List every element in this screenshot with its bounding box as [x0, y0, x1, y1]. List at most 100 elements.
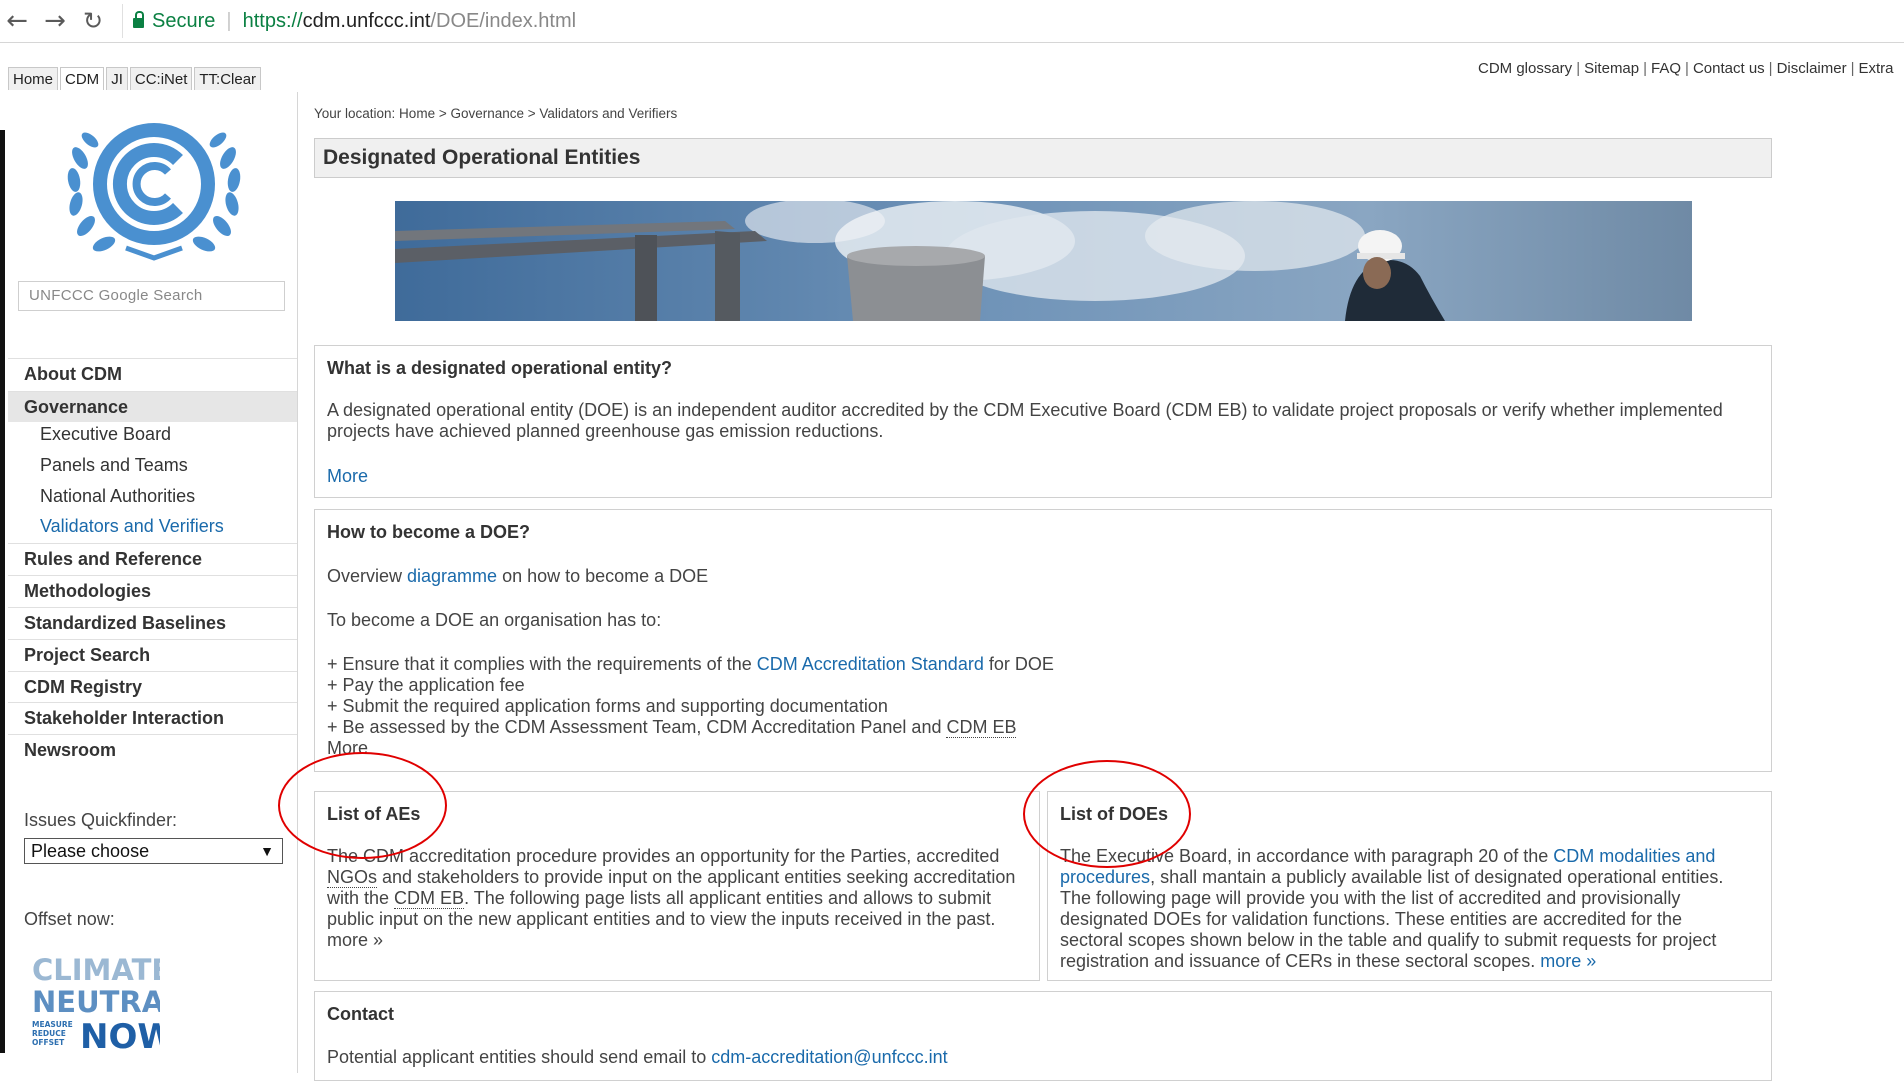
bullet1-pre: + Ensure that it complies with the requi… [327, 654, 757, 674]
nav-standardized-baselines[interactable]: Standardized Baselines [8, 607, 297, 638]
nav-methodologies[interactable]: Methodologies [8, 575, 297, 606]
cn-line1: CLIMATE [32, 953, 160, 987]
aes-line3-rest: . The following page lists all applicant… [464, 888, 992, 908]
how-intro: To become a DOE an organisation has to: [327, 610, 662, 630]
url-scheme: https:// [242, 9, 303, 32]
what-is-doe-panel: What is a designated operational entity?… [314, 345, 1772, 498]
issues-quickfinder-label: Issues Quickfinder: [24, 810, 178, 830]
site-tabs: Home CDM JI CC:iNet TT:Clear [8, 67, 263, 90]
what-is-doe-line2: projects have achieved planned greenhous… [327, 421, 884, 441]
nav-stakeholder-interaction[interactable]: Stakeholder Interaction [8, 702, 297, 733]
window-edge [0, 130, 5, 1053]
aes-line2-rest: and stakeholders to provide input on the… [377, 867, 1016, 887]
procedures-link[interactable]: procedures [1060, 867, 1150, 887]
aes-more-link[interactable]: more » [327, 930, 383, 951]
does-line2: procedures, shall mantain a publicly ava… [1060, 867, 1723, 888]
does-line1: The Executive Board, in accordance with … [1060, 846, 1715, 867]
overview-pre: Overview [327, 566, 408, 586]
back-icon[interactable]: ← [2, 6, 32, 36]
contact-title: Contact [327, 1004, 394, 1024]
tab-home[interactable]: Home [8, 67, 59, 90]
link-disclaimer[interactable]: Disclaimer [1777, 60, 1847, 77]
how-bullet-3: + Submit the required application forms … [327, 696, 888, 716]
how-to-become-title: How to become a DOE? [327, 522, 531, 542]
tab-cdm[interactable]: CDM [60, 67, 105, 90]
contact-line: Potential applicant entities should send… [327, 1047, 948, 1068]
climate-neutral-now-logo[interactable]: CLIMATE NEUTRAL MEASURE REDUCE OFFSET NO… [30, 950, 160, 1058]
does-line1-pre: The Executive Board, in accordance with … [1060, 846, 1554, 866]
aes-line4: public input on the new applicant entiti… [327, 909, 996, 929]
nav-governance[interactable]: Governance [8, 391, 297, 422]
overview-line: Overview diagramme on how to become a DO… [327, 566, 708, 587]
how-to-become-panel: How to become a DOE? Overview diagramme … [314, 509, 1772, 772]
issues-selected-value: Please choose [31, 841, 150, 861]
nav-executive-board[interactable]: Executive Board [8, 419, 297, 450]
link-glossary[interactable]: CDM glossary [1478, 60, 1572, 77]
aes-line2: NGOs and stakeholders to provide input o… [327, 867, 1015, 888]
unfccc-logo[interactable] [56, 108, 252, 266]
ngos-abbr: NGOs [327, 867, 378, 888]
link-faq[interactable]: FAQ [1651, 60, 1681, 77]
accreditation-email-link[interactable]: cdm-accreditation@unfccc.int [711, 1047, 947, 1067]
tab-tt-clear[interactable]: TT:Clear [194, 67, 262, 90]
does-line6: registration and issuance of CERs in the… [1060, 951, 1596, 972]
does-line5: sectoral scopes shown below in the table… [1060, 930, 1717, 950]
does-line4: designated DOEs for validation functions… [1060, 909, 1683, 929]
does-line2-rest: , shall mantain a publicly available lis… [1150, 867, 1724, 887]
lock-icon [133, 11, 144, 28]
cdm-eb-abbr-2: CDM EB [394, 888, 465, 909]
nav-about-cdm[interactable]: About CDM [8, 358, 297, 389]
reload-icon[interactable]: ↻ [78, 6, 108, 36]
how-bullet-1: + Ensure that it complies with the requi… [327, 654, 1054, 675]
nav-newsroom[interactable]: Newsroom [8, 734, 297, 765]
cn-small-1: MEASURE [32, 1020, 73, 1029]
address-separator: | [226, 9, 232, 32]
diagramme-link[interactable]: diagramme [407, 566, 497, 586]
list-of-aes-title: List of AEs [327, 804, 421, 824]
how-bullet-4: + Be assessed by the CDM Assessment Team… [327, 717, 1017, 738]
offset-now-label: Offset now: [24, 909, 115, 929]
browser-toolbar: ← → ↻ Secure | https://cdm.unfccc.int/DO… [0, 0, 1904, 43]
banner-image [395, 201, 1692, 321]
what-is-doe-more-link[interactable]: More [327, 466, 368, 487]
what-is-doe-title: What is a designated operational entity? [327, 358, 673, 378]
tab-ji[interactable]: JI [106, 67, 128, 90]
link-extra[interactable]: Extra [1859, 60, 1894, 77]
how-bullet-2: + Pay the application fee [327, 675, 525, 695]
does-more-link[interactable]: more » [1540, 951, 1596, 971]
what-is-doe-line1: A designated operational entity (DOE) is… [327, 400, 1723, 420]
cdm-eb-abbr: CDM EB [946, 717, 1017, 738]
address-bar[interactable]: Secure | https://cdm.unfccc.int/DOE/inde… [122, 4, 1904, 38]
aes-line1: The CDM accreditation procedure provides… [327, 846, 1000, 866]
does-line6-pre: registration and issuance of CERs in the… [1060, 951, 1541, 971]
contact-text: Potential applicant entities should send… [327, 1047, 712, 1067]
cdm-modalities-link[interactable]: CDM modalities and [1553, 846, 1715, 866]
aes-line3: with the CDM EB. The following page list… [327, 888, 991, 909]
dropdown-arrow-icon: ▼ [260, 843, 274, 859]
site-search-input[interactable]: UNFCCC Google Search [18, 281, 285, 311]
list-of-does-panel: List of DOEs The Executive Board, in acc… [1047, 791, 1772, 981]
nav-project-search[interactable]: Project Search [8, 639, 297, 670]
cn-small-2: REDUCE [32, 1029, 66, 1038]
how-more-link[interactable]: More [327, 738, 368, 760]
bullet4-pre: + Be assessed by the CDM Assessment Team… [327, 717, 947, 737]
url-host: cdm.unfccc.int [302, 9, 431, 32]
utility-links: CDM glossary | Sitemap | FAQ | Contact us | Disc… [1478, 60, 1894, 77]
cn-line2: NEUTRAL [32, 985, 160, 1019]
url-path: /DOE/index.html [430, 9, 577, 32]
issues-quickfinder-select[interactable]: Please choose ▼ [24, 838, 283, 864]
link-contact[interactable]: Contact us [1693, 60, 1765, 77]
nav-cdm-registry[interactable]: CDM Registry [8, 671, 297, 702]
nav-rules-reference[interactable]: Rules and Reference [8, 543, 297, 574]
forward-icon[interactable]: → [40, 6, 70, 36]
tab-cc-inet[interactable]: CC:iNet [129, 67, 193, 90]
nav-panels-teams[interactable]: Panels and Teams [8, 450, 297, 481]
nav-validators-verifiers[interactable]: Validators and Verifiers [8, 511, 297, 542]
nav-national-authorities[interactable]: National Authorities [8, 481, 297, 512]
contact-panel: Contact Potential applicant entities sho… [314, 991, 1772, 1081]
accreditation-standard-link[interactable]: CDM Accreditation Standard [757, 654, 984, 674]
cn-small-3: OFFSET [32, 1038, 65, 1047]
breadcrumb: Your location: Home > Governance > Valid… [314, 106, 678, 121]
link-sitemap[interactable]: Sitemap [1584, 60, 1639, 77]
page-title-bar: Designated Operational Entities [314, 138, 1772, 178]
